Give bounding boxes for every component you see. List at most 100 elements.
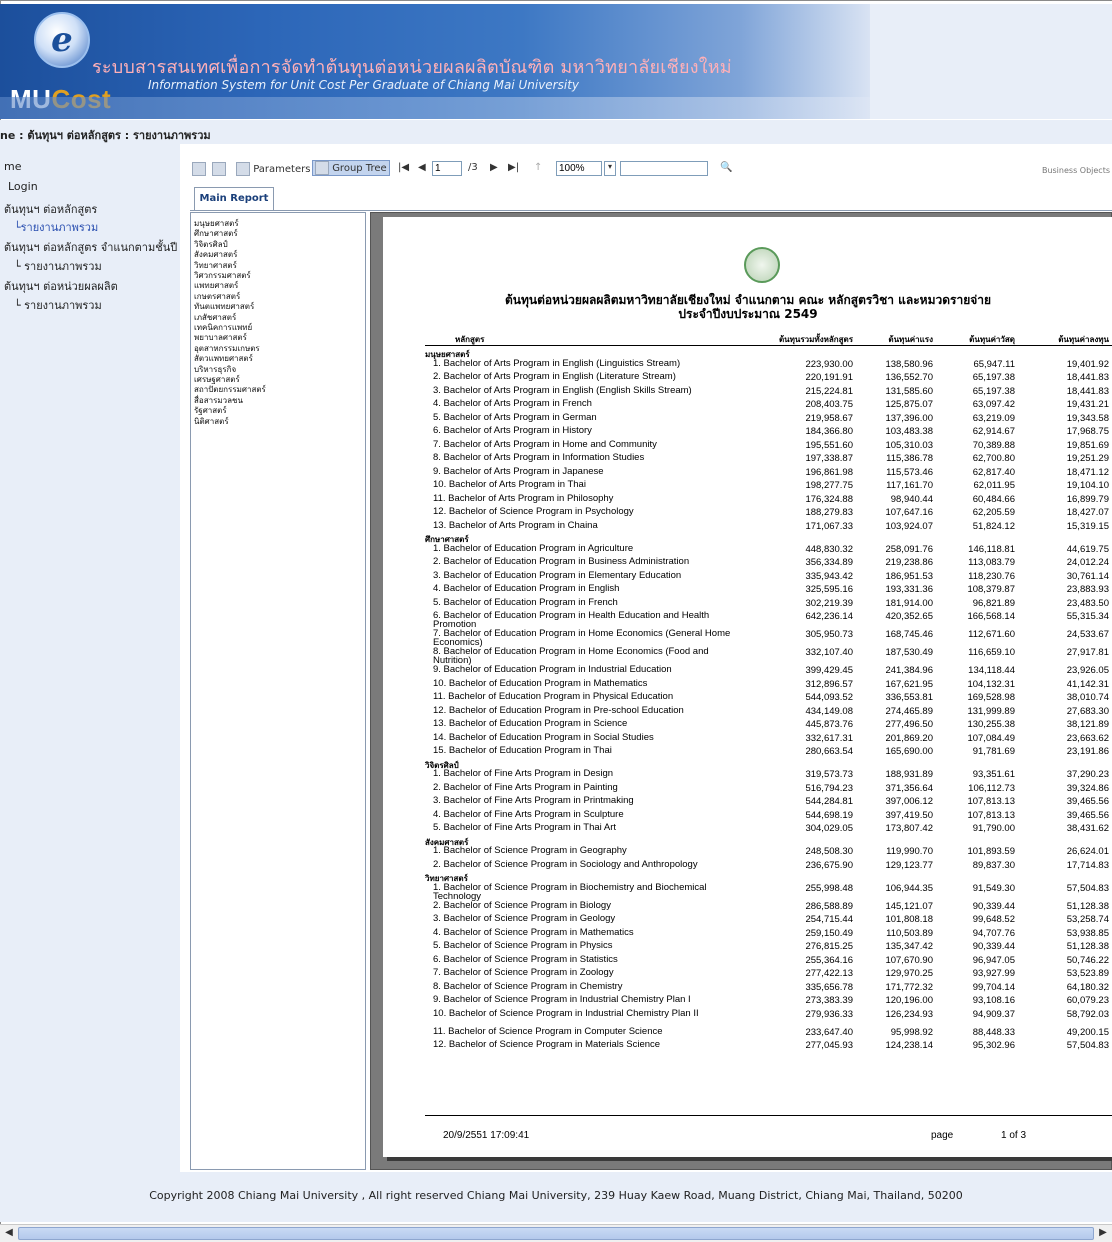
sidebar-section-cost-per-program[interactable]: ต้นทุนฯ ต่อหลักสูตร (4, 200, 97, 218)
search-icon[interactable]: 🔍 (720, 162, 732, 173)
zoom-select[interactable] (556, 161, 602, 176)
cost-cell: 276,815.25 (805, 941, 853, 952)
cost-cell: 118,230.76 (968, 570, 1015, 582)
report-row: 1. Bachelor of Science Program in Bioche… (383, 882, 1112, 901)
cost-cell: 169,528.98 (967, 692, 1015, 703)
cost-cell: 131,999.89 (967, 705, 1015, 717)
cost-cell: 193,331.36 (885, 584, 933, 595)
report-row: 7. Bachelor of Arts Program in Home and … (383, 439, 1112, 453)
program-name: 2. Bachelor of Science Program in Biolog… (433, 899, 611, 911)
cost-cell: 19,851.69 (1066, 439, 1109, 451)
sidebar-item-home[interactable]: me (4, 160, 21, 173)
zoom-dropdown-icon[interactable]: ▾ (604, 161, 616, 176)
sidebar-item-label: รายงานภาพรวม (24, 260, 102, 273)
cost-cell: 248,508.30 (805, 846, 853, 857)
sidebar-item-overview-report-by-year[interactable]: └ รายงานภาพรวม (14, 257, 102, 275)
cost-cell: 103,924.07 (885, 520, 933, 532)
cost-cell: 220,191.91 (805, 372, 853, 383)
drill-up-icon[interactable]: ↑ (534, 162, 542, 173)
sidebar-item-overview-report[interactable]: └รายงานภาพรวม (14, 218, 98, 236)
cost-cell: 168,745.46 (885, 629, 933, 640)
first-page-icon[interactable]: |◀ (398, 162, 409, 173)
scroll-right-icon[interactable]: ▶ (1096, 1226, 1110, 1240)
sidebar-item-overview-report-per-output[interactable]: └ รายงานภาพรวม (14, 296, 102, 314)
group-tree-button[interactable]: Group Tree (312, 160, 390, 176)
program-name: 1. Bachelor of Education Program in Agri… (433, 542, 634, 554)
report-page-label: page (931, 1130, 954, 1141)
cost-cell: 397,419.50 (885, 809, 933, 821)
report-row: 3. Bachelor of Fine Arts Program in Prin… (383, 795, 1112, 809)
sidebar-section-cost-by-year[interactable]: ต้นทุนฯ ต่อหลักสูตร จำแนกตามชั้นปี (4, 238, 177, 256)
cost-cell: 219,958.67 (805, 412, 853, 424)
cost-cell: 259,150.49 (805, 927, 853, 939)
prev-page-icon[interactable]: ◀ (418, 162, 426, 173)
cost-cell: 23,483.50 (1066, 597, 1109, 609)
cost-cell: 166,568.14 (967, 611, 1015, 622)
cost-cell: 24,533.67 (1066, 629, 1109, 640)
cost-cell: 332,617.31 (805, 732, 853, 744)
cost-cell: 49,200.15 (1066, 1026, 1109, 1038)
scroll-left-icon[interactable]: ◀ (2, 1226, 16, 1240)
cost-cell: 167,621.95 (885, 678, 933, 690)
group-tree-panel: มนุษยศาสตร์ ศึกษาศาสตร์ วิจิตรศิลป์ สังคมศา… (190, 212, 366, 1170)
cost-cell: 58,792.03 (1066, 1008, 1109, 1020)
business-objects-logo: Business Objects (1041, 166, 1110, 175)
cost-cell: 273,383.39 (805, 995, 853, 1006)
report-row: 8. Bachelor of Arts Program in Informati… (383, 452, 1112, 466)
sidebar-section-cost-per-output[interactable]: ต้นทุนฯ ต่อหน่วยผลผลิต (4, 277, 118, 295)
program-name: 1. Bachelor of Science Program in Geogra… (433, 845, 627, 856)
report-row: 6. Bachelor of Science Program in Statis… (383, 954, 1112, 968)
scrollbar-thumb[interactable] (18, 1227, 1094, 1240)
report-row: 11. Bachelor of Education Program in Phy… (383, 691, 1112, 705)
cost-cell: 107,813.13 (967, 796, 1015, 807)
cost-cell: 279,936.33 (805, 1008, 853, 1020)
cost-cell: 196,861.98 (805, 466, 853, 478)
cost-cell: 129,123.77 (885, 859, 933, 871)
cost-cell: 24,012.24 (1066, 557, 1109, 568)
header-rule (425, 345, 1112, 346)
report-row: 7. Bachelor of Science Program in Zoolog… (383, 967, 1112, 981)
search-input[interactable] (620, 161, 708, 176)
cost-cell: 120,196.00 (885, 995, 933, 1006)
program-name: 9. Bachelor of Education Program in Indu… (433, 664, 672, 675)
cost-cell: 130,255.38 (967, 719, 1015, 730)
program-name: 3. Bachelor of Science Program in Geolog… (433, 913, 616, 924)
sidebar-item-login[interactable]: Login (8, 180, 38, 193)
report-row: 2. Bachelor of Fine Arts Program in Pain… (383, 782, 1112, 796)
cost-cell: 544,698.19 (805, 809, 853, 821)
report-row: 3. Bachelor of Education Program in Elem… (383, 570, 1112, 584)
last-page-icon[interactable]: ▶| (508, 162, 519, 173)
cost-cell: 137,396.00 (885, 412, 933, 424)
horizontal-scrollbar[interactable]: ◀ ▶ (0, 1224, 1112, 1242)
cost-cell: 44,619.75 (1066, 543, 1109, 555)
report-row: 4. Bachelor of Fine Arts Program in Scul… (383, 809, 1112, 823)
report-row: 5. Bachelor of Science Program in Physic… (383, 940, 1112, 954)
program-name: 4. Bachelor of Arts Program in French (433, 398, 592, 409)
cost-cell: 255,364.16 (805, 954, 853, 966)
print-icon[interactable] (212, 162, 226, 176)
cost-cell: 233,647.40 (805, 1026, 853, 1038)
program-name: 5. Bachelor of Science Program in Physic… (433, 940, 613, 951)
parameters-button[interactable]: Parameters (236, 162, 310, 176)
report-row: 13. Bachelor of Arts Program in Chaina 17… (383, 520, 1112, 534)
cost-cell: 124,238.14 (885, 1040, 933, 1051)
program-name: 4. Bachelor of Education Program in Engl… (433, 583, 620, 594)
program-name: 10. Bachelor of Science Program in Indus… (433, 1007, 699, 1019)
cost-cell: 23,191.86 (1066, 746, 1109, 757)
cost-cell: 15,319.15 (1066, 520, 1109, 532)
cost-cell: 51,128.38 (1066, 941, 1109, 952)
program-name: 6. Bachelor of Science Program in Statis… (433, 953, 618, 965)
export-icon[interactable] (192, 162, 206, 176)
report-row: 8. Bachelor of Education Program in Home… (383, 646, 1112, 666)
program-name: 1. Bachelor of Arts Program in English (… (433, 357, 681, 369)
cost-cell: 434,149.08 (805, 705, 853, 717)
tab-main-report[interactable]: Main Report (194, 187, 274, 210)
report-row: 9. Bachelor of Arts Program in Japanese 1… (383, 466, 1112, 480)
group-tree-item[interactable]: นิติศาสตร์ (194, 415, 229, 428)
cost-cell: 223,930.00 (805, 358, 853, 370)
cost-cell: 445,873.76 (805, 719, 853, 730)
cost-cell: 62,914.67 (972, 426, 1015, 437)
cost-cell: 94,707.76 (972, 927, 1015, 939)
page-number-input[interactable] (432, 161, 462, 176)
next-page-icon[interactable]: ▶ (490, 162, 498, 173)
